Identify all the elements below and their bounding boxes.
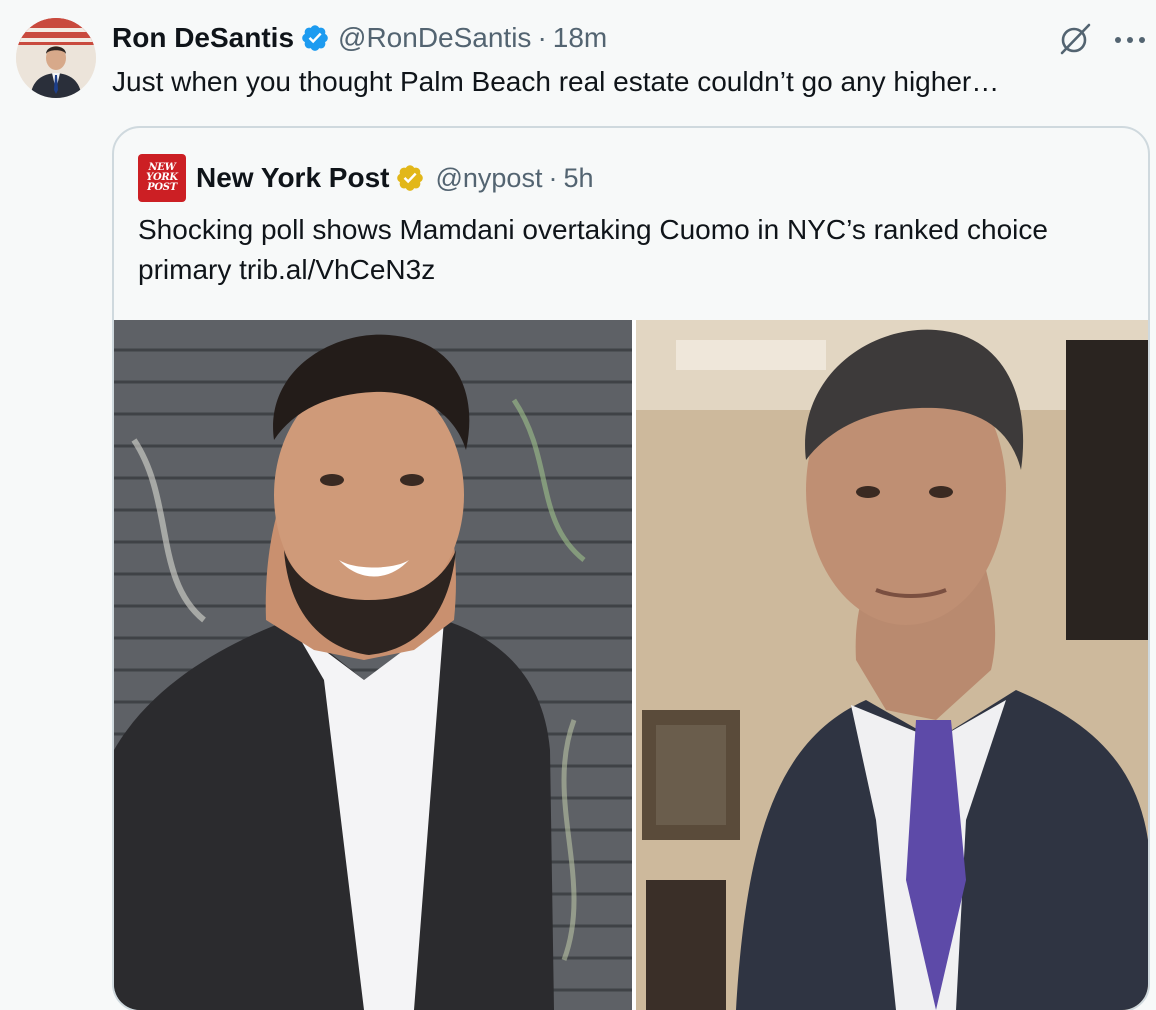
photo-man-smiling-brick-wall[interactable] [114,320,632,1010]
separator-dot: · [548,162,558,193]
photo-man-purple-tie[interactable] [636,320,1148,1010]
tweet-text: Just when you thought Palm Beach real es… [112,66,1000,97]
quoted-author-handle[interactable]: @nypost [435,163,542,194]
separator-dot: · [537,22,547,53]
nypost-logo-line: POST [147,182,177,193]
nypost-logo-icon[interactable]: NEW YORK POST [138,154,186,202]
author-avatar[interactable] [16,18,96,98]
quoted-timestamp[interactable]: 5h [563,163,593,194]
author-handle[interactable]: @RonDeSantis [338,22,531,54]
quoted-author-name[interactable]: New York Post [196,162,389,194]
verified-gold-icon[interactable] [395,163,425,193]
avatar-photo [16,18,96,98]
grok-icon[interactable] [1058,22,1092,56]
media-grid [114,320,1148,1010]
photo-right-image [636,320,1148,1010]
verified-blue-icon[interactable] [300,23,330,53]
quoted-text: Shocking poll shows Mamdani overtaking C… [138,214,1048,285]
more-horizontal-icon[interactable] [1112,26,1148,54]
author-name[interactable]: Ron DeSantis [112,22,294,54]
quoted-header: NEW YORK POST New York Post @nypost · 5h [138,154,594,202]
tweet[interactable]: Ron DeSantis @RonDeSantis · 18m Just whe… [0,0,1156,1010]
photo-left-image [114,320,632,1010]
timestamp[interactable]: 18m [553,22,607,54]
quoted-tweet[interactable]: NEW YORK POST New York Post @nypost · 5h… [112,126,1150,1010]
tweet-header: Ron DeSantis @RonDeSantis · 18m [112,20,607,56]
